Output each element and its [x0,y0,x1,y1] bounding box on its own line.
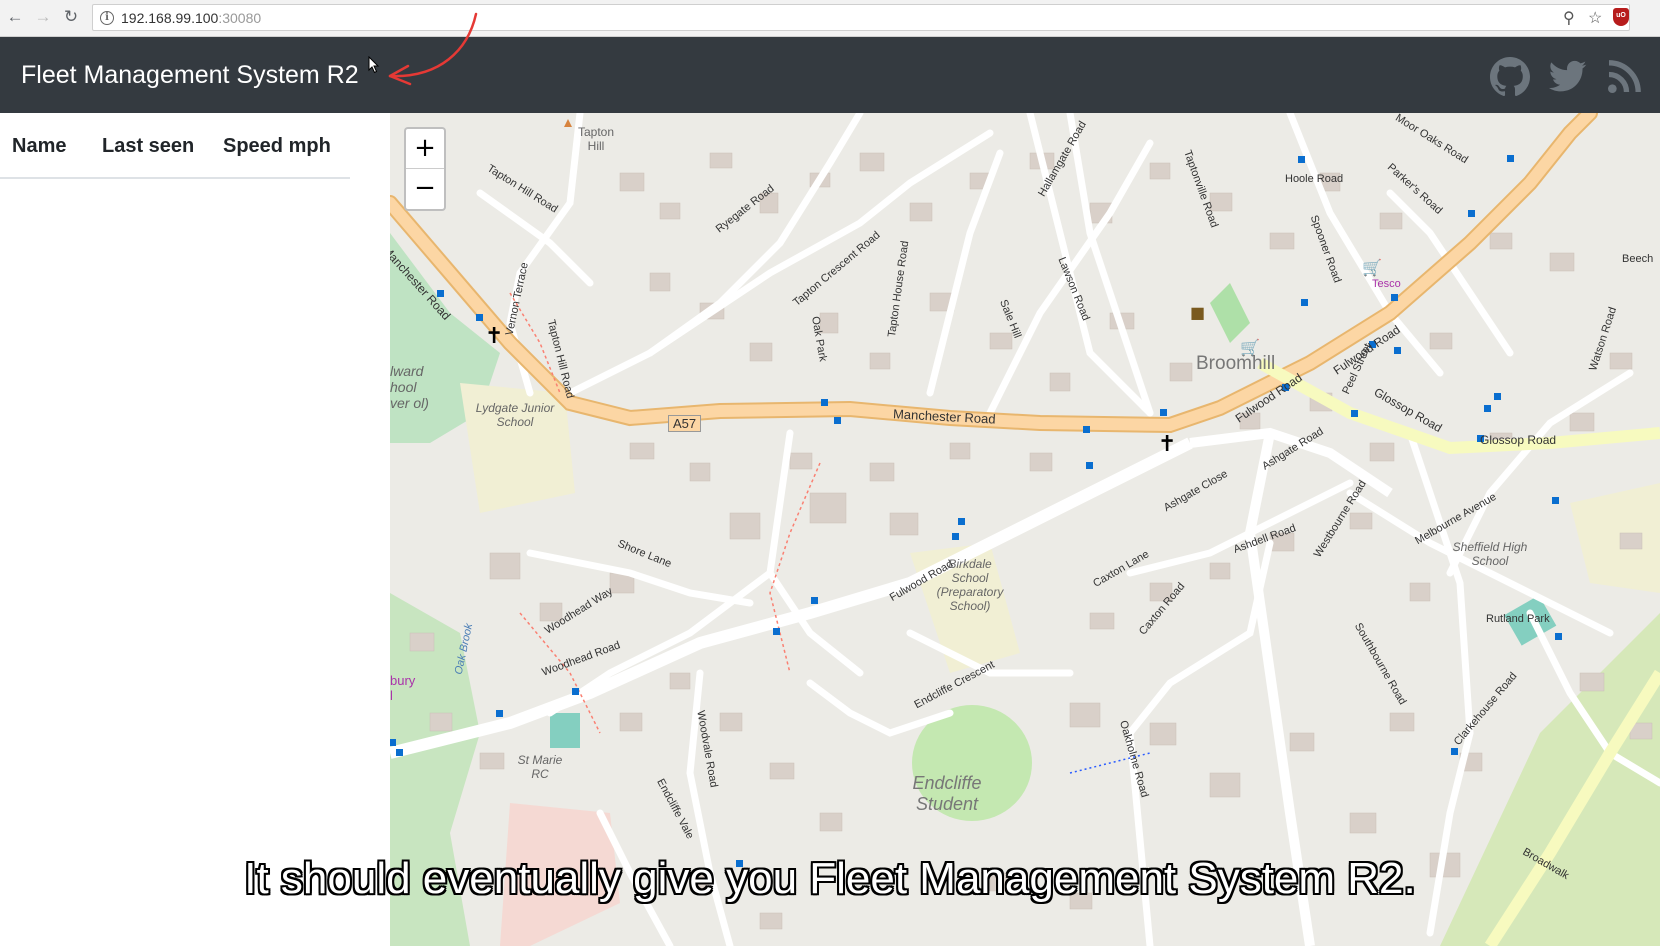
map-label: Ashgate Road [1260,425,1326,473]
map-label: A57 [668,415,702,432]
star-icon[interactable]: ☆ [1588,8,1602,28]
zoom-control: + − [404,127,446,211]
map-label: Watson Road [1587,305,1620,373]
map-label: Oak Brook [452,622,476,676]
map-label: Beech [1622,253,1654,265]
map-label: Westbourne Road [1311,478,1369,560]
top-navbar: Fleet Management System R2 [0,37,1660,113]
map-label: Tesco [1372,278,1401,290]
map-label: Moor Oaks Road [1393,113,1471,167]
map-label: Birkdale School (Preparatory School) [936,557,1004,613]
map-label: Sale Hill [997,298,1024,340]
map-label: Tapton Crescent Road [790,229,883,309]
mouse-cursor-icon [368,56,380,74]
map-label: Fulwood Road [1232,370,1305,426]
map-label: Taptonville Road [1181,148,1221,230]
map-label: lward hool ver ol) [390,363,429,411]
map-label: Broomhill [1196,353,1276,374]
vehicle-table-panel: Name Last seen Speed mph [0,113,390,946]
map-label: Endcliffe Crescent [912,658,997,712]
map-label: Sheffield High School [1452,540,1528,568]
map-label: Tapton Hill Road [484,162,560,216]
map-labels: Manchester Road Manchester Road A57 Fulw… [390,113,1660,946]
zoom-in-button[interactable]: + [406,129,444,169]
map-label: Ashgate Close [1161,467,1230,515]
map-label: St Marie RC [517,753,563,781]
twitter-icon[interactable] [1548,57,1588,97]
map-view[interactable]: ✝ ✝ 🛒 🛒 ■ Manchester Road Manchester Roa… [390,113,1660,946]
map-label: Tapton House Road [885,240,912,338]
video-caption: It should eventually give you Fleet Mana… [244,854,1416,903]
column-header-last-seen[interactable]: Last seen [102,135,194,158]
map-label: Caxton Lane [1091,548,1152,590]
annotation-arrow [388,12,478,86]
zoom-icon[interactable]: ⚲ [1563,8,1575,28]
map-label: Woodvale Road [694,709,720,789]
forward-icon[interactable]: → [32,6,54,28]
map-label: Clarkehouse Road [1451,670,1520,748]
map-label: Ryegate Road [713,182,777,236]
map-label: Lawson Road [1055,255,1092,323]
map-label: Manchester Road [892,406,996,427]
rss-icon[interactable] [1604,57,1644,97]
map-label: Endcliffe Student [912,773,982,814]
map-label: Ashdell Road [1231,522,1298,556]
map-label: Tapton Hill Road [544,318,576,400]
map-label: Spooner Road [1307,213,1344,285]
url-host: 192.168.99.100 [121,10,219,26]
brand-title[interactable]: Fleet Management System R2 [21,61,359,90]
github-icon[interactable] [1490,57,1530,97]
map-label: Vernon Terrace [503,261,531,337]
zoom-out-button[interactable]: − [406,169,444,209]
map-label: Tapton Hill [577,125,615,153]
info-icon[interactable]: i [100,11,114,25]
map-label: Melbourne Avenue [1413,490,1499,548]
column-header-speed[interactable]: Speed mph [223,135,331,158]
map-label: Oakholme Road [1117,719,1151,799]
url-text: 192.168.99.100:30080 [121,10,261,26]
map-label: Shore Lane [615,537,674,571]
map-label: Manchester Road [390,243,454,323]
map-label: Rutland Park [1486,613,1550,625]
url-port: :30080 [218,10,262,26]
map-label: Glossop Road [1371,384,1445,436]
map-label: Parker's Road [1384,161,1445,217]
map-label: Hoole Road [1285,173,1344,185]
map-label: Woodhead Road [540,639,622,679]
table-header-row: Name Last seen Speed mph [0,113,350,179]
ublock-shield-icon[interactable]: uO [1613,8,1629,26]
column-header-name[interactable]: Name [12,135,66,158]
map-label: Caxton Road [1136,580,1188,638]
address-bar[interactable]: i 192.168.99.100:30080 ⚲ ☆ [92,4,1630,31]
reload-icon[interactable]: ↻ [60,6,82,28]
back-icon[interactable]: ← [4,6,26,28]
map-label: Oak Park [809,315,829,363]
map-label: bury l [390,673,416,703]
map-label: Lydgate Junior School [475,401,555,429]
browser-toolbar: ← → ↻ i 192.168.99.100:30080 ⚲ ☆ uO [0,0,1660,37]
map-label: Endcliffe Vale [654,776,696,842]
map-label: Southbourne Road [1351,621,1409,707]
map-label: Woodhead Way [542,585,615,637]
map-label: Glossop Road [1480,433,1557,447]
map-label: Hallamgate Road [1036,119,1089,199]
